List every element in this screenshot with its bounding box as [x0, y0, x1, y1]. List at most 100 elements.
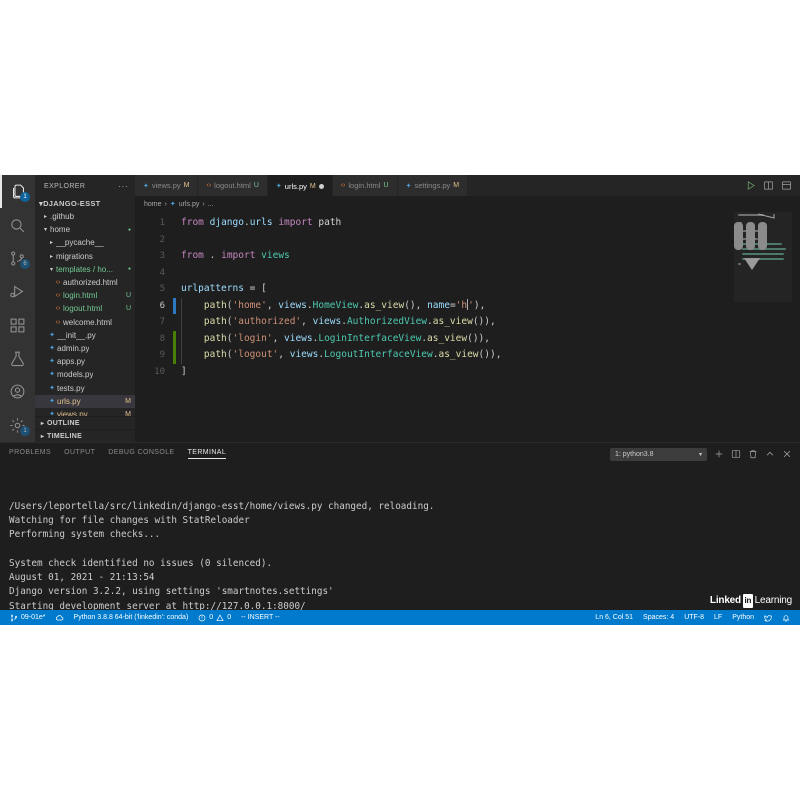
editor-tab-logout-html[interactable]: ‹› logout.html U — [198, 175, 268, 196]
more-editor-actions-icon[interactable] — [781, 180, 792, 191]
section-outline[interactable]: ▸ OUTLINE — [35, 416, 135, 429]
status-eol[interactable]: LF — [709, 614, 727, 621]
tree-item-admin-py[interactable]: ✦ admin.py — [35, 342, 135, 355]
code-line[interactable]: 8 path('login', views.LoginInterfaceView… — [135, 330, 734, 347]
activity-item-explorer[interactable]: 1 — [0, 175, 35, 209]
file-tree[interactable]: ▸ .github ▾ home ● ▸ __pycache__ ▸ migrations ▾ te… — [35, 210, 135, 416]
activity-item-settings[interactable]: 1 — [0, 409, 35, 442]
status-python-label: Python 3.8.8 64-bit ('linkedin': conda) — [73, 614, 189, 621]
maximize-panel-icon[interactable] — [765, 449, 775, 459]
tree-item-pycache[interactable]: ▸ __pycache__ — [35, 236, 135, 249]
tree-item-tests-py[interactable]: ✦ tests.py — [35, 381, 135, 394]
section-timeline[interactable]: ▸ TIMELINE — [35, 429, 135, 442]
status-notifications[interactable] — [777, 614, 795, 622]
tree-item-git-status: M — [125, 397, 131, 405]
code-line[interactable]: 3 from . import views — [135, 248, 734, 265]
chevron-right-icon: ▸ — [49, 253, 53, 260]
explorer-more-actions-icon[interactable]: ··· — [118, 182, 129, 191]
tree-item-home[interactable]: ▾ home ● — [35, 223, 135, 236]
tree-item-urls-py[interactable]: ✦ urls.py M — [35, 394, 135, 408]
breadcrumb-part-symbol[interactable]: ... — [208, 201, 214, 208]
panel-tab-terminal[interactable]: TERMINAL — [187, 449, 227, 459]
tree-item-migrations[interactable]: ▸ migrations — [35, 250, 135, 263]
editor-tab-settings-py[interactable]: ✦ settings.py M — [397, 175, 469, 196]
editor-tab-views-py[interactable]: ✦ views.py M — [135, 175, 199, 196]
activity-item-search[interactable] — [0, 208, 35, 241]
status-feedback[interactable] — [759, 614, 777, 622]
minimap-slider[interactable] — [734, 212, 792, 302]
code-line[interactable]: 10] — [135, 364, 734, 381]
code-line[interactable]: 9 path('logout', views.LogoutInterfaceVi… — [135, 347, 734, 364]
new-terminal-icon[interactable] — [714, 449, 724, 459]
html-file-icon: ‹› — [55, 318, 61, 326]
tree-item-status-dot: ● — [127, 266, 131, 273]
split-editor-icon[interactable] — [763, 180, 774, 191]
code-line[interactable]: 6 path('home', views.HomeView.as_view(),… — [135, 297, 734, 314]
status-language-mode[interactable]: Python — [727, 614, 759, 621]
status-python-interpreter[interactable]: Python 3.8.8 64-bit ('linkedin': conda) — [69, 614, 194, 621]
terminal-output[interactable]: /Users/leportella/src/linkedin/django-es… — [0, 465, 800, 610]
workspace-root-row[interactable]: ▾ DJANGO-ESST — [35, 197, 135, 210]
panel-tabs[interactable]: PROBLEMS OUTPUT DEBUG CONSOLE TERMINAL — [9, 449, 239, 459]
cloud-icon — [55, 614, 64, 622]
html-file-icon: ‹› — [206, 182, 212, 189]
code-editor[interactable]: 1 from django.urls import path 2 3 from . im… — [135, 212, 734, 442]
activity-item-testing[interactable] — [0, 342, 35, 375]
status-sync[interactable] — [51, 614, 69, 622]
status-cursor-position[interactable]: Ln 6, Col 51 — [590, 614, 638, 621]
tree-item-authorized-html[interactable]: ‹› authorized.html — [35, 276, 135, 289]
activity-item-source-control[interactable]: 6 — [0, 242, 35, 275]
code-line[interactable]: 7 path('authorized', views.AuthorizedVie… — [135, 314, 734, 331]
tree-item-logout-html[interactable]: ‹› logout.html U — [35, 302, 135, 315]
editor-actions — [737, 175, 800, 196]
run-python-file-icon[interactable] — [745, 180, 756, 191]
panel-tab-debug-console[interactable]: DEBUG CONSOLE — [108, 449, 174, 459]
warning-icon — [216, 613, 224, 622]
split-terminal-icon[interactable] — [731, 449, 741, 459]
code-line[interactable]: 4 — [135, 265, 734, 282]
editor-tab-login-html[interactable]: ‹› login.html U — [332, 175, 398, 196]
workbench-main-row: 1 6 1 EXPLORER ··· ▾ DJANGO-ESST ▸ .gith… — [0, 175, 800, 442]
editor-tab-label: logout.html — [214, 181, 251, 190]
line-number: 9 — [159, 350, 165, 360]
settings-badge: 1 — [20, 426, 30, 436]
code-line[interactable]: 5 urlpatterns = [ — [135, 281, 734, 298]
tree-item-init-py[interactable]: ✦ __init__.py — [35, 329, 135, 342]
status-problems[interactable]: 0 0 — [193, 613, 236, 622]
activity-item-run-and-debug[interactable] — [0, 275, 35, 308]
terminal-selector[interactable]: 1: python3.8 ▾ — [610, 447, 707, 461]
breadcrumb[interactable]: home › ✦ urls.py › ... — [135, 196, 800, 212]
tree-item-login-html[interactable]: ‹› login.html U — [35, 289, 135, 302]
activity-item-account[interactable] — [0, 375, 35, 408]
tree-item-templates-ho[interactable]: ▾ templates / ho... ● — [35, 263, 135, 276]
status-branch[interactable]: 09-01e* — [5, 614, 51, 622]
editor-tabs[interactable]: ✦ views.py M ‹› logout.html U ✦ urls.py M ‹› login… — [135, 175, 469, 196]
tree-item-welcome-html[interactable]: ‹› welcome.html — [35, 316, 135, 329]
tree-item-views-py[interactable]: ✦ views.py M — [35, 408, 135, 416]
activity-item-extensions[interactable] — [0, 309, 35, 342]
status-encoding[interactable]: UTF-8 — [679, 614, 709, 621]
kill-terminal-icon[interactable] — [748, 449, 758, 459]
status-language-label: Python — [732, 614, 754, 621]
minimap[interactable] — [734, 212, 792, 442]
code-line[interactable]: 2 — [135, 232, 734, 249]
editor-tab-urls-py[interactable]: ✦ urls.py M — [267, 175, 333, 196]
editor-scrollbar-vertical[interactable] — [792, 212, 800, 442]
tree-item-apps-py[interactable]: ✦ apps.py — [35, 355, 135, 368]
editor-tab-dirty-indicator[interactable] — [318, 183, 324, 189]
panel-tab-output[interactable]: OUTPUT — [64, 449, 95, 459]
breadcrumb-part-folder[interactable]: home — [144, 201, 162, 208]
status-encoding-label: UTF-8 — [684, 614, 705, 621]
tree-item-label: __init__.py — [57, 330, 96, 340]
editor-body: 1 from django.urls import path 2 3 from . im… — [135, 212, 800, 442]
tree-item-github[interactable]: ▸ .github — [35, 210, 135, 223]
tree-item-models-py[interactable]: ✦ models.py — [35, 368, 135, 381]
status-indentation[interactable]: Spaces: 4 — [638, 614, 679, 621]
code-line[interactable]: 1 from django.urls import path — [135, 215, 734, 232]
editor-tab-label: views.py — [151, 181, 181, 190]
panel-tab-problems[interactable]: PROBLEMS — [9, 449, 51, 459]
breadcrumb-part-file[interactable]: urls.py — [179, 201, 200, 208]
editor-tab-label: login.html — [348, 181, 381, 190]
close-panel-icon[interactable] — [782, 449, 792, 459]
panel-header: PROBLEMS OUTPUT DEBUG CONSOLE TERMINAL 1: p… — [0, 443, 800, 465]
